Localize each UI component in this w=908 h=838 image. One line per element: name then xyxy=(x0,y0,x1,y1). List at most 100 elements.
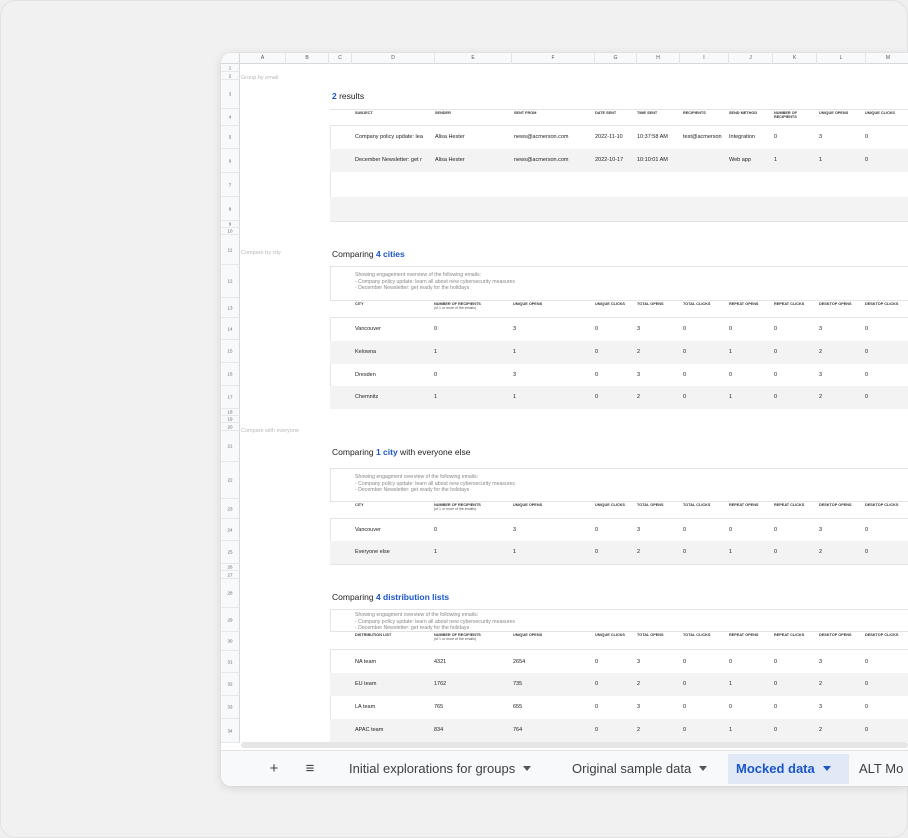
table-cell[interactable]: news@acmerson.com xyxy=(514,157,594,163)
table-cell[interactable]: 0 xyxy=(595,727,636,733)
table-cell[interactable]: Web app xyxy=(729,157,773,163)
row-header[interactable]: 27 xyxy=(221,571,240,579)
table-cell[interactable]: 0 xyxy=(774,549,818,555)
table-cell[interactable]: 3 xyxy=(819,527,864,533)
table-cell[interactable]: 0 xyxy=(865,134,907,140)
table-cell[interactable]: 10:10:01 AM xyxy=(637,157,682,163)
add-sheet-button[interactable]: + xyxy=(265,757,283,781)
table-cell[interactable]: news@acmerson.com xyxy=(514,134,594,140)
table-cell[interactable]: 2 xyxy=(819,394,864,400)
row-header[interactable]: 10 xyxy=(221,228,240,235)
table-cell[interactable]: 2 xyxy=(637,681,682,687)
table-cell[interactable]: 2 xyxy=(637,349,682,355)
table-cell[interactable]: 0 xyxy=(595,659,636,665)
table-cell[interactable]: 0 xyxy=(865,394,907,400)
row-header[interactable]: 7 xyxy=(221,173,240,197)
table-cell[interactable]: 0 xyxy=(683,681,728,687)
table-cell[interactable]: 0 xyxy=(595,349,636,355)
row-header[interactable]: 16 xyxy=(221,363,240,386)
column-header[interactable]: D xyxy=(352,53,435,64)
table-cell[interactable]: 0 xyxy=(683,372,728,378)
row-header[interactable]: 30 xyxy=(221,632,240,651)
table-cell[interactable]: 0 xyxy=(683,349,728,355)
table-cell[interactable]: 3 xyxy=(513,527,594,533)
table-cell[interactable]: 0 xyxy=(774,527,818,533)
table-cell[interactable]: 0 xyxy=(774,349,818,355)
table-cell[interactable]: 3 xyxy=(637,527,682,533)
table-cell[interactable]: 765 xyxy=(434,704,512,710)
row-header[interactable]: 20 xyxy=(221,423,240,431)
row-header[interactable]: 9 xyxy=(221,221,240,228)
row-header[interactable]: 4 xyxy=(221,109,240,126)
table-cell[interactable]: 0 xyxy=(729,659,773,665)
table-cell[interactable]: 3 xyxy=(819,134,864,140)
table-cell[interactable]: 0 xyxy=(865,549,907,555)
row-header[interactable]: 24 xyxy=(221,519,240,541)
chevron-down-icon[interactable] xyxy=(822,766,831,772)
table-cell[interactable]: 1 xyxy=(729,349,773,355)
table-cell[interactable]: 0 xyxy=(434,372,512,378)
table-cell[interactable]: 0 xyxy=(595,394,636,400)
all-sheets-menu-icon[interactable]: ≡ xyxy=(299,757,321,781)
chevron-down-icon[interactable] xyxy=(523,766,532,772)
row-header[interactable]: 14 xyxy=(221,318,240,340)
table-cell[interactable]: 0 xyxy=(595,372,636,378)
table-cell[interactable]: 764 xyxy=(513,727,594,733)
table-cell[interactable]: 0 xyxy=(865,727,907,733)
table-cell[interactable]: 0 xyxy=(595,704,636,710)
table-cell[interactable]: Company policy update: lea xyxy=(355,134,434,140)
table-cell[interactable]: 3 xyxy=(819,326,864,332)
table-cell[interactable]: 0 xyxy=(595,326,636,332)
table-cell[interactable]: 0 xyxy=(865,326,907,332)
table-cell[interactable]: 655 xyxy=(513,704,594,710)
table-cell[interactable]: 3 xyxy=(819,704,864,710)
table-cell[interactable]: 0 xyxy=(865,349,907,355)
row-header[interactable]: 13 xyxy=(221,298,240,318)
table-cell[interactable]: 0 xyxy=(774,704,818,710)
horizontal-scrollbar[interactable] xyxy=(241,742,908,748)
row-header[interactable]: 8 xyxy=(221,197,240,221)
table-cell[interactable]: 0 xyxy=(683,549,728,555)
row-header[interactable]: 33 xyxy=(221,696,240,719)
chevron-down-icon[interactable] xyxy=(699,766,708,772)
table-cell[interactable]: 3 xyxy=(637,326,682,332)
row-header[interactable]: 1 xyxy=(221,64,240,72)
table-cell[interactable]: 0 xyxy=(729,704,773,710)
table-cell[interactable]: EU team xyxy=(355,681,433,687)
table-cell[interactable]: 1 xyxy=(819,157,864,163)
table-cell[interactable]: 3 xyxy=(637,659,682,665)
table-cell[interactable]: 1 xyxy=(729,727,773,733)
table-cell[interactable]: 0 xyxy=(683,527,728,533)
column-header[interactable]: J xyxy=(729,53,773,64)
table-cell[interactable]: 2 xyxy=(637,549,682,555)
table-cell[interactable]: 1 xyxy=(513,349,594,355)
table-cell[interactable]: 0 xyxy=(774,372,818,378)
table-cell[interactable]: 0 xyxy=(774,326,818,332)
row-header[interactable]: 19 xyxy=(221,416,240,423)
column-header[interactable]: H xyxy=(637,53,680,64)
table-cell[interactable]: 0 xyxy=(729,326,773,332)
table-cell[interactable]: 0 xyxy=(865,157,907,163)
tab-initial-explorations[interactable]: Initial explorations for groups xyxy=(341,754,539,784)
table-cell[interactable]: 2 xyxy=(637,394,682,400)
column-header[interactable]: M xyxy=(866,53,908,64)
table-cell[interactable]: LA team xyxy=(355,704,433,710)
table-cell[interactable]: 0 xyxy=(434,326,512,332)
table-cell[interactable]: 0 xyxy=(865,527,907,533)
table-cell[interactable]: 1 xyxy=(729,549,773,555)
table-cell[interactable]: 3 xyxy=(819,372,864,378)
table-cell[interactable]: 1 xyxy=(513,549,594,555)
row-header[interactable]: 29 xyxy=(221,608,240,632)
column-header[interactable]: C xyxy=(329,53,352,64)
column-header[interactable]: G xyxy=(595,53,637,64)
table-cell[interactable]: 0 xyxy=(774,134,818,140)
table-cell[interactable]: 3 xyxy=(637,704,682,710)
table-cell[interactable]: 2 xyxy=(819,549,864,555)
tab-mocked-data[interactable]: Mocked data xyxy=(728,754,849,784)
row-header[interactable]: 31 xyxy=(221,651,240,673)
row-header[interactable]: 32 xyxy=(221,673,240,696)
table-cell[interactable]: 2 xyxy=(637,727,682,733)
table-cell[interactable]: 0 xyxy=(774,394,818,400)
table-cell[interactable]: 3 xyxy=(513,326,594,332)
table-cell[interactable]: 0 xyxy=(683,394,728,400)
